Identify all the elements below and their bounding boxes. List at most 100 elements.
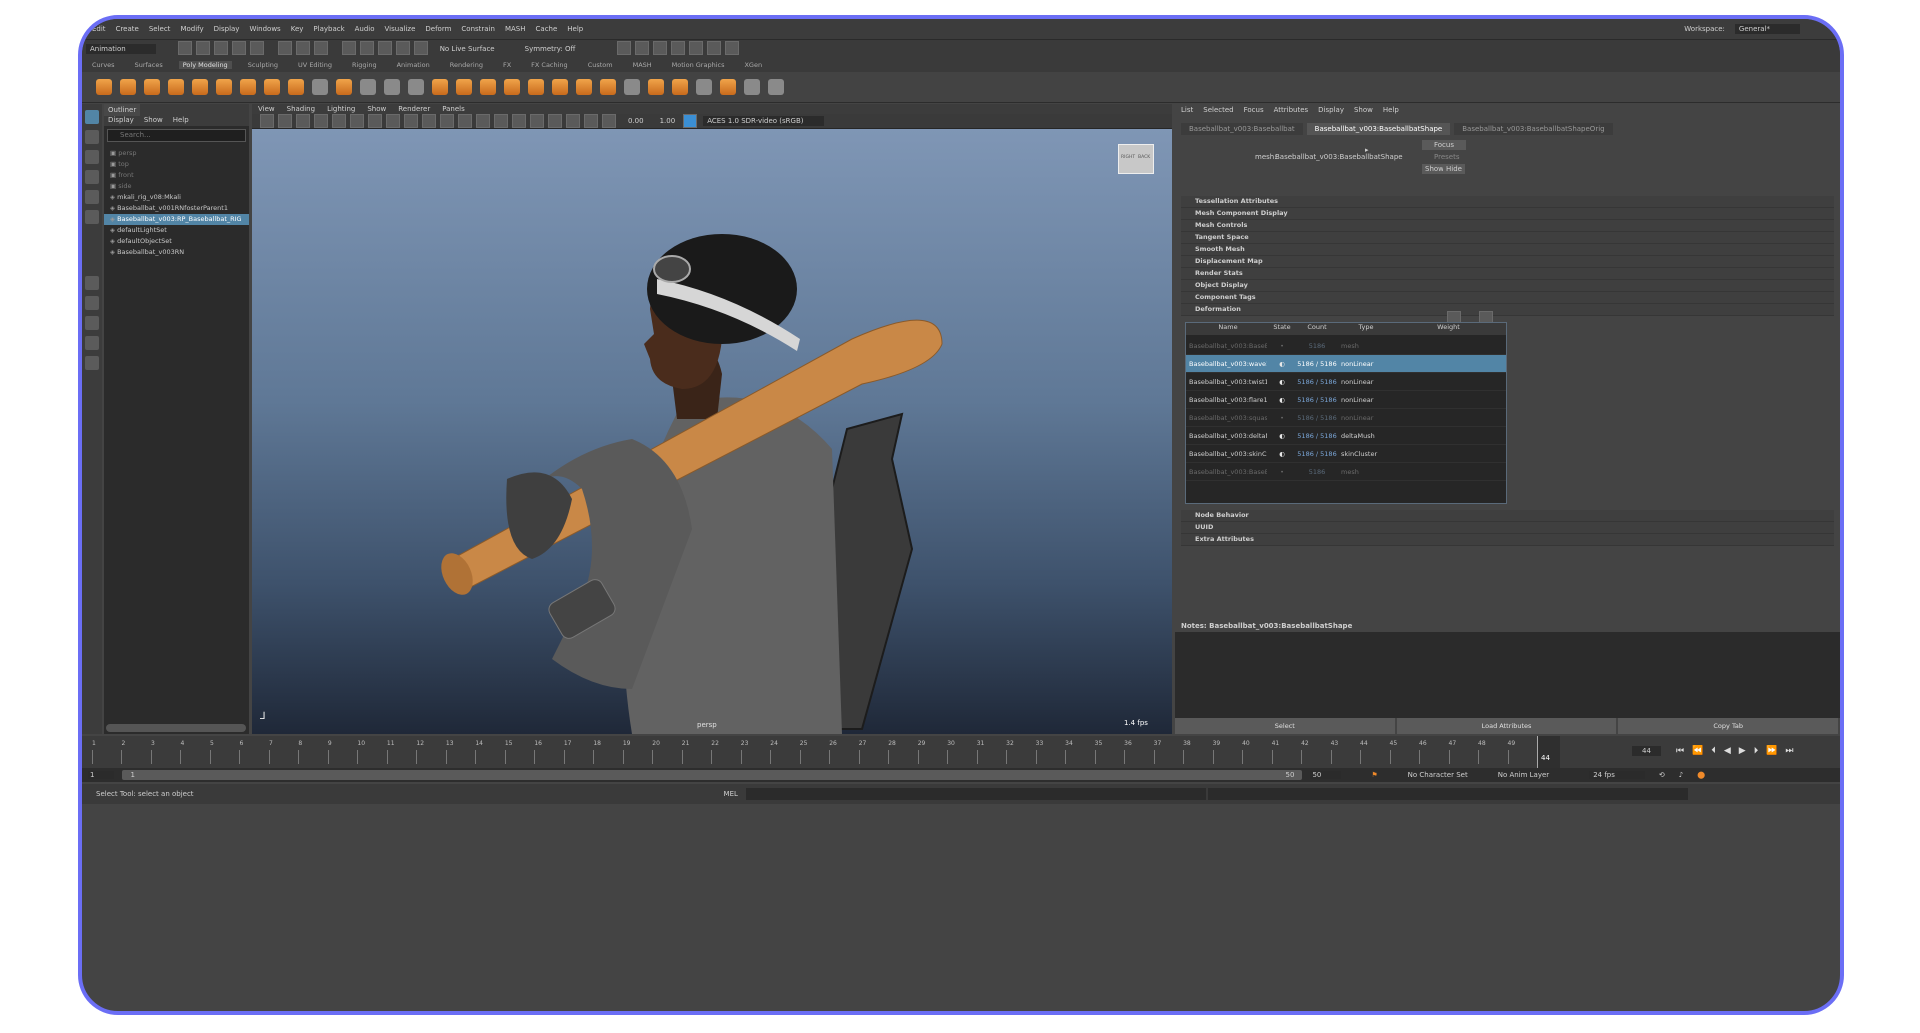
table-row[interactable]: Baseballbat_v003:BaseB... • 5186 mesh — [1186, 337, 1506, 355]
film-gate-icon[interactable] — [350, 114, 364, 128]
ambient-occlusion-icon[interactable] — [548, 114, 562, 128]
go-to-end-icon[interactable]: ⏭ — [1785, 746, 1793, 756]
outliner-item[interactable]: ▣ persp — [104, 148, 249, 159]
outliner-menu-show[interactable]: Show — [144, 116, 163, 124]
shelf-tab-uv-editing[interactable]: UV Editing — [294, 61, 336, 69]
current-frame-marker[interactable]: 44 — [1537, 736, 1560, 768]
bookmark-icon[interactable] — [296, 114, 310, 128]
ae-section-tangent-space[interactable]: Tangent Space — [1181, 232, 1834, 244]
ae-tab[interactable]: Baseballbat_v003:Baseballbat — [1181, 123, 1303, 135]
table-row[interactable]: Baseballbat_v003:twist1 ◐ 5186 / 5186 nonLi… — [1186, 373, 1506, 391]
menu-audio[interactable]: Audio — [355, 25, 375, 33]
auto-key-icon[interactable]: ⬤ — [1697, 771, 1705, 779]
shelf-tab-mash[interactable]: MASH — [629, 61, 656, 69]
shelf-tab-curves[interactable]: Curves — [88, 61, 119, 69]
select-button[interactable]: Select — [1175, 718, 1395, 734]
textured-icon[interactable] — [494, 114, 508, 128]
poly-cylinder-icon[interactable] — [144, 79, 160, 95]
shelf-tab-custom[interactable]: Custom — [584, 61, 617, 69]
step-forward-key-icon[interactable]: ⏩ — [1766, 746, 1777, 756]
mesh-link-icon[interactable]: ▸ — [1365, 146, 1369, 154]
range-slider[interactable]: 1 50 — [122, 770, 1303, 780]
shelf-tab-poly-modeling[interactable]: Poly Modeling — [178, 61, 232, 69]
ae-menu-help[interactable]: Help — [1383, 106, 1399, 114]
fill-hole-icon[interactable] — [576, 79, 592, 95]
col-name[interactable]: Name — [1186, 323, 1267, 335]
presets-button[interactable]: Presets — [1422, 152, 1471, 162]
mirror-icon[interactable] — [480, 79, 496, 95]
quad-draw-icon[interactable] — [696, 79, 712, 95]
ae-menu-display[interactable]: Display — [1318, 106, 1344, 114]
shelf-tab-xgen[interactable]: XGen — [740, 61, 766, 69]
safe-action-icon[interactable] — [422, 114, 436, 128]
col-count[interactable]: Count — [1297, 323, 1337, 335]
viewport-menu-show[interactable]: Show — [367, 105, 386, 113]
ae-tab[interactable]: Baseballbat_v003:BaseballbatShape — [1306, 123, 1451, 135]
grid-icon[interactable] — [332, 114, 346, 128]
outliner-item[interactable]: ◈ mkali_rig_v08:Mkali — [104, 192, 249, 203]
ae-section-object-display[interactable]: Object Display — [1181, 280, 1834, 292]
gate-mask-icon[interactable] — [386, 114, 400, 128]
select-component-icon[interactable] — [313, 41, 328, 55]
resolution-gate-icon[interactable] — [368, 114, 382, 128]
step-back-key-icon[interactable]: ⏪ — [1692, 746, 1703, 756]
ae-section-deformation[interactable]: Deformation — [1181, 304, 1834, 316]
table-row[interactable]: Baseballbat_v003:flare1 ◐ 5186 / 5186 nonLi… — [1186, 391, 1506, 409]
shelf-tab-rigging[interactable]: Rigging — [348, 61, 381, 69]
col-type[interactable]: Type — [1337, 323, 1391, 335]
move-tool-icon[interactable] — [85, 170, 99, 184]
ipr-render-icon[interactable] — [653, 41, 668, 55]
poly-disc-icon[interactable] — [216, 79, 232, 95]
outliner-item[interactable]: ▣ front — [104, 170, 249, 181]
sound-icon[interactable]: ♪ — [1679, 771, 1683, 779]
state-toggle[interactable]: ◐ — [1267, 360, 1297, 368]
viewport-menu-shading[interactable]: Shading — [287, 105, 315, 113]
view-cube[interactable]: RIGHT BACK — [1118, 144, 1154, 174]
shadows-icon[interactable] — [530, 114, 544, 128]
notes-area[interactable]: Notes: Baseballbat_v003:BaseballbatShape — [1175, 620, 1840, 718]
scale-tool-icon[interactable] — [85, 210, 99, 224]
symmetry-dropdown[interactable]: Symmetry: Off — [525, 45, 576, 53]
four-view-icon[interactable] — [85, 296, 99, 310]
ae-section-mesh-component-display[interactable]: Mesh Component Display — [1181, 208, 1834, 220]
ae-menu-list[interactable]: List — [1181, 106, 1193, 114]
gamma-field[interactable]: 1.00 — [660, 117, 676, 125]
outliner-scrollbar[interactable] — [106, 724, 246, 732]
hypershade-icon[interactable] — [689, 41, 704, 55]
ae-menu-attributes[interactable]: Attributes — [1274, 106, 1309, 114]
ae-menu-focus[interactable]: Focus — [1244, 106, 1264, 114]
colorspace-dropdown[interactable]: ACES 1.0 SDR-video (sRGB) — [703, 116, 824, 126]
extrude-icon[interactable] — [504, 79, 520, 95]
svg-icon[interactable] — [336, 79, 352, 95]
time-slider[interactable]: 1 2 3 4 5 6 7 8 9 10 11 12 13 14 15 16 17 18 19 20 21 22 23 24 2… — [82, 736, 1840, 768]
outliner-item[interactable]: ◈ Baseballbat_v001RNfosterParent1 — [104, 203, 249, 214]
text-icon[interactable] — [312, 79, 328, 95]
outliner-search-input[interactable]: Search... — [107, 129, 246, 142]
play-back-icon[interactable]: ◀ — [1724, 746, 1731, 756]
isolate-select-icon[interactable] — [584, 114, 598, 128]
outliner-item[interactable]: ◈ Baseballbat_v003:RP_Baseballbat_RIG — [104, 214, 249, 225]
super-shape-icon[interactable] — [264, 79, 280, 95]
outliner-item[interactable]: ◈ defaultLightSet — [104, 225, 249, 236]
outliner-menu-display[interactable]: Display — [108, 116, 134, 124]
shelf-tab-rendering[interactable]: Rendering — [446, 61, 487, 69]
camera-attributes-icon[interactable] — [278, 114, 292, 128]
command-input[interactable] — [745, 788, 1206, 800]
viewport-scene[interactable]: RIGHT BACK persp 1.4 fps ⅃ — [252, 129, 1172, 734]
range-start-field[interactable]: 1 — [88, 771, 115, 779]
poly-cube-icon[interactable] — [120, 79, 136, 95]
menu-cache[interactable]: Cache — [536, 25, 558, 33]
color-management-icon[interactable] — [683, 114, 698, 128]
lights-icon[interactable] — [512, 114, 526, 128]
poly-plane-icon[interactable] — [240, 79, 256, 95]
ae-section-mesh-controls[interactable]: Mesh Controls — [1181, 220, 1834, 232]
lasso-tool-icon[interactable] — [85, 130, 99, 144]
pause-icon[interactable] — [725, 41, 740, 55]
ae-section-component-tags[interactable]: Component Tags — [1181, 292, 1834, 304]
menu-key[interactable]: Key — [291, 25, 304, 33]
state-toggle[interactable]: ◐ — [1267, 432, 1297, 440]
ae-section-render-stats[interactable]: Render Stats — [1181, 268, 1834, 280]
camera-select-icon[interactable] — [260, 114, 274, 128]
poly-torus-icon[interactable] — [192, 79, 208, 95]
image-plane-icon[interactable] — [314, 114, 328, 128]
